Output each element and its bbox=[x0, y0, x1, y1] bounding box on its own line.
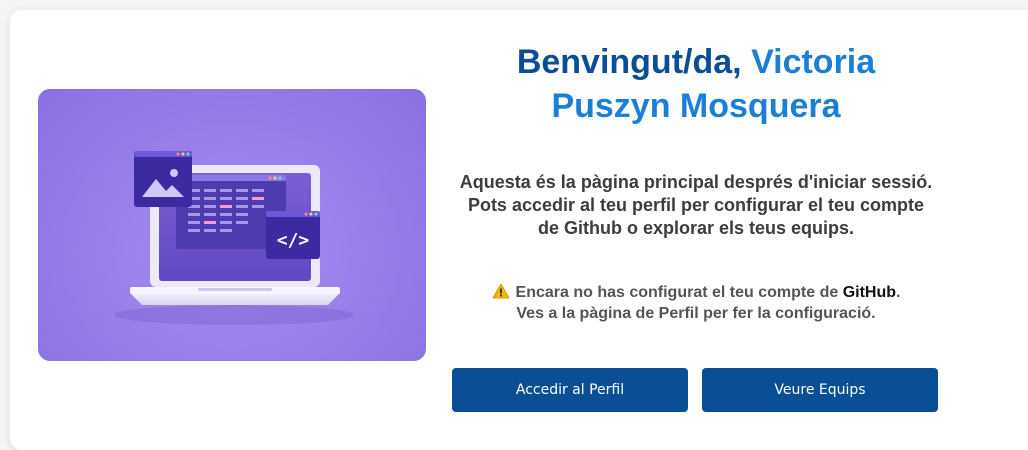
warning-icon bbox=[492, 283, 510, 299]
warning-text-end: . bbox=[896, 284, 901, 301]
laptop-illustration: </> bbox=[38, 89, 426, 361]
svg-text:</>: </> bbox=[277, 230, 310, 251]
user-first-name: Victoria bbox=[751, 43, 876, 81]
greeting-text: Benvingut/da, bbox=[516, 43, 742, 81]
access-profile-button[interactable]: Accedir al Perfil bbox=[452, 368, 688, 412]
page-title: Benvingut/da, Victoria Puszyn Mosquera bbox=[446, 40, 946, 128]
warning-text: Encara no has configurat el teu compte d… bbox=[515, 284, 843, 301]
warning-instruction: Ves a la pàgina de Perfil per fer la con… bbox=[516, 305, 876, 322]
github-label: GitHub bbox=[842, 284, 897, 301]
user-last-name: Puszyn Mosquera bbox=[551, 87, 841, 125]
view-teams-button[interactable]: Veure Equips bbox=[702, 368, 938, 412]
github-warning: Encara no has configurat el teu compte d… bbox=[446, 282, 946, 324]
welcome-description: Aquesta és la pàgina principal després d… bbox=[459, 172, 933, 238]
welcome-content: Benvingut/da, Victoria Puszyn Mosquera Aq… bbox=[446, 0, 946, 436]
